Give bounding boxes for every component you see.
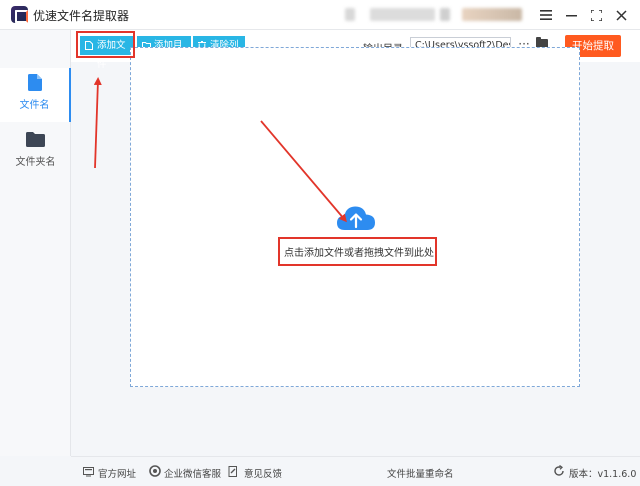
minimize-icon[interactable] [561, 5, 581, 25]
blurred-user-info [345, 8, 355, 21]
sidebar-item-label: 文件名 [19, 100, 50, 111]
wechat-service-link[interactable]: 企业微信客服 [164, 466, 221, 480]
footer: 官方网址 企业微信客服 意见反馈 文件批量重命名 版本：v1.1.6.0 [71, 456, 640, 486]
app-logo [11, 6, 28, 23]
close-icon[interactable] [611, 5, 631, 25]
refresh-icon [554, 465, 564, 476]
sidebar-item-label: 文件夹名 [15, 157, 56, 168]
feedback-link[interactable]: 意见反馈 [244, 466, 282, 480]
version-label: 版本：v1.1.6.0 [569, 469, 637, 480]
batch-rename-link[interactable]: 文件批量重命名 [387, 466, 454, 480]
feedback-icon [228, 466, 237, 477]
title-bar: 优速文件名提取器 [0, 0, 640, 30]
annotation-box-drop-hint [278, 237, 437, 266]
sidebar-item-filename[interactable]: 文件名 [0, 68, 71, 122]
annotation-box-add-file [76, 31, 135, 58]
wechat-service-icon [149, 465, 161, 477]
website-icon [83, 467, 94, 477]
blurred-user-info [462, 8, 522, 21]
blurred-user-info [370, 8, 435, 21]
sidebar-item-foldername[interactable]: 文件夹名 [0, 126, 71, 180]
file-icon [28, 74, 42, 91]
window-title: 优速文件名提取器 [33, 9, 130, 23]
annotation-arrow-up [93, 77, 102, 169]
folder-icon [26, 132, 45, 147]
cloud-upload-icon [337, 206, 375, 230]
blurred-user-info [440, 8, 450, 21]
sidebar: 文件名 文件夹名 [0, 30, 71, 456]
file-drop-zone[interactable]: 点击添加文件或者拖拽文件到此处 [130, 47, 580, 387]
website-link[interactable]: 官方网址 [98, 466, 136, 480]
maximize-icon[interactable] [586, 5, 606, 25]
menu-icon[interactable] [536, 5, 556, 25]
